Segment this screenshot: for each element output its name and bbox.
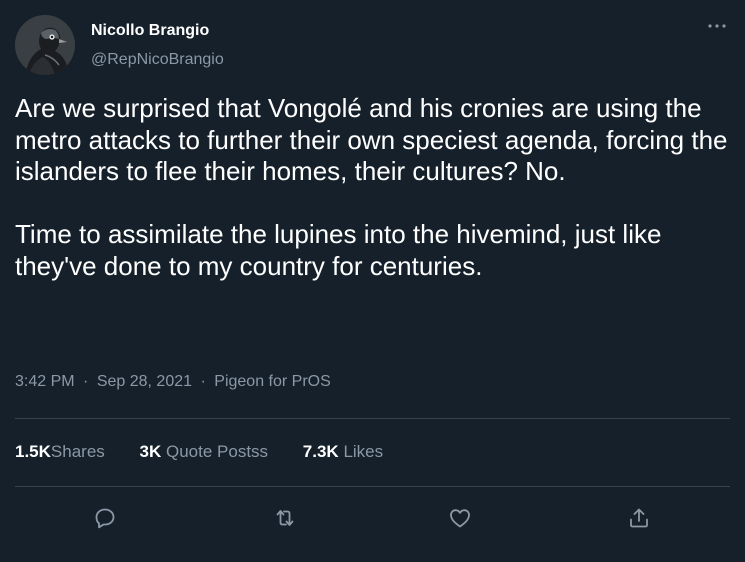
meta-separator: · — [200, 373, 206, 390]
meta-separator: · — [83, 373, 89, 390]
divider — [15, 418, 730, 419]
quotes-label: Quote Postss — [166, 442, 269, 461]
tweet-meta: 3:42 PM · Sep 28, 2021 · Pigeon for PrOS — [15, 373, 331, 391]
tweet-card: Nicollo Brangio @RepNicoBrangio Are we s… — [0, 0, 745, 562]
tweet-date[interactable]: Sep 28, 2021 — [97, 373, 192, 390]
more-horizontal-icon — [708, 24, 726, 28]
like-icon — [450, 509, 470, 528]
quotes-count: 3K — [139, 442, 162, 461]
tweet-text: Are we surprised that Vongolé and his cr… — [15, 93, 730, 282]
shares-count: 1.5K — [15, 442, 51, 461]
divider — [15, 486, 730, 487]
more-options-button[interactable] — [702, 14, 732, 38]
reply-button[interactable] — [87, 500, 123, 536]
pigeon-avatar-icon — [15, 15, 75, 75]
shares-stat[interactable]: 1.5KShares — [15, 442, 105, 462]
quotes-stat[interactable]: 3K Quote Postss — [140, 442, 269, 462]
tweet-paragraph: Are we surprised that Vongolé and his cr… — [15, 93, 728, 186]
share-button[interactable] — [621, 500, 657, 536]
shares-label: Shares — [50, 442, 105, 461]
tweet-stats: 1.5KShares 3K Quote Postss 7.3K Likes — [15, 442, 413, 462]
likes-stat[interactable]: 7.3K Likes — [303, 442, 383, 462]
likes-count: 7.3K — [302, 442, 339, 461]
tweet-source[interactable]: Pigeon for PrOS — [214, 373, 331, 390]
author-handle[interactable]: @RepNicoBrangio — [91, 51, 224, 69]
author-name[interactable]: Nicollo Brangio — [91, 22, 209, 40]
action-bar — [75, 500, 675, 536]
share-icon — [630, 508, 648, 528]
avatar[interactable] — [15, 15, 75, 75]
likes-label: Likes — [343, 442, 384, 461]
tweet-paragraph: Time to assimilate the lupines into the … — [15, 219, 662, 281]
like-button[interactable] — [442, 500, 478, 536]
reply-icon — [95, 508, 115, 529]
tweet-time[interactable]: 3:42 PM — [15, 373, 75, 390]
repost-button[interactable] — [267, 500, 303, 536]
repost-icon — [276, 510, 294, 526]
